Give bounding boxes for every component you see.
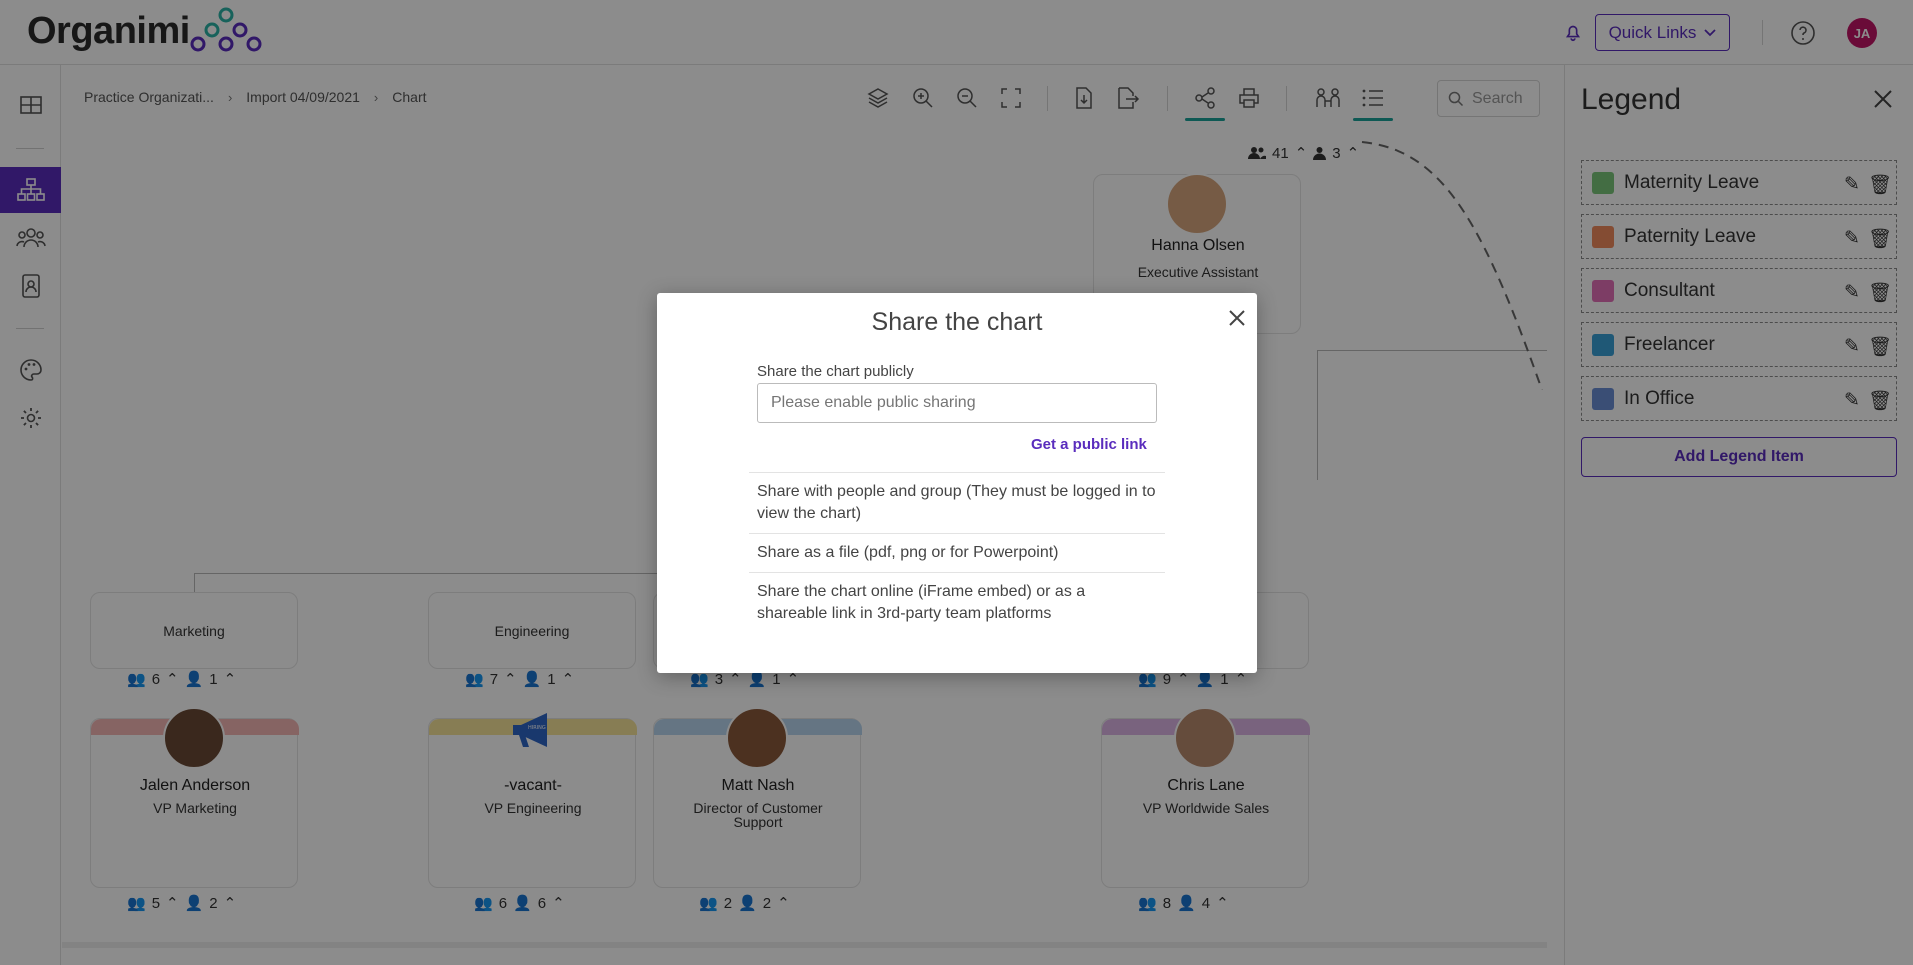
share-option-file[interactable]: Share as a file (pdf, png or for Powerpo… xyxy=(749,533,1165,572)
share-option-people[interactable]: Share with people and group (They must b… xyxy=(749,472,1165,533)
get-public-link-button[interactable]: Get a public link xyxy=(1031,436,1147,453)
close-icon[interactable] xyxy=(1226,307,1248,329)
public-link-field[interactable] xyxy=(757,383,1157,423)
dialog-title: Share the chart xyxy=(871,308,1043,336)
share-chart-dialog: Share the chart Share the chart publicly… xyxy=(657,293,1257,673)
public-share-label: Share the chart publicly xyxy=(757,363,914,380)
share-option-online[interactable]: Share the chart online (iFrame embed) or… xyxy=(749,572,1165,633)
